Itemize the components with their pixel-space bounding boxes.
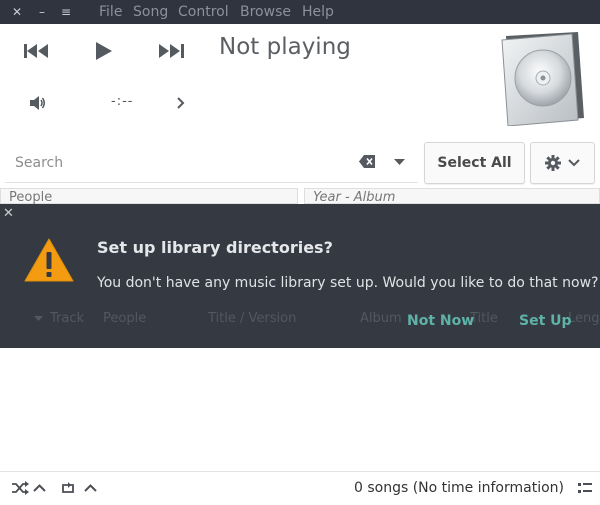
gear-icon <box>545 155 561 171</box>
menu-file[interactable]: File <box>99 0 122 24</box>
set-up-button[interactable]: Set Up <box>519 313 572 329</box>
songlist-column-album[interactable]: Album <box>360 311 402 326</box>
info-bar-title: Set up library directories? <box>97 238 333 257</box>
menu-browse[interactable]: Browse <box>240 0 291 24</box>
sort-desc-icon <box>34 316 43 321</box>
album-art-cd-icon[interactable] <box>498 30 588 126</box>
warning-icon <box>24 238 74 282</box>
time-readout: -:-- <box>111 94 134 109</box>
settings-menu-button[interactable] <box>530 142 595 184</box>
volume-icon[interactable] <box>30 96 46 110</box>
info-bar-close-icon[interactable]: ✕ <box>3 207 15 221</box>
chevron-right-icon[interactable] <box>177 97 185 109</box>
search-options-chevron-down-icon[interactable] <box>394 159 405 166</box>
search-box <box>5 144 418 183</box>
window-close-button[interactable]: ✕ <box>8 0 26 24</box>
chevron-down-icon <box>568 159 580 167</box>
previous-track-icon[interactable] <box>24 43 50 59</box>
queue-list-icon[interactable] <box>578 482 592 494</box>
play-icon[interactable] <box>95 41 113 61</box>
songlist-column-track[interactable]: Track <box>50 311 84 326</box>
songlist-column-title-version[interactable]: Title / Version <box>208 311 296 326</box>
songlist-column-length[interactable]: Length <box>568 311 600 326</box>
select-all-button[interactable]: Select All <box>424 142 525 184</box>
songlist-column-people[interactable]: People <box>103 311 146 326</box>
info-bar-message: You don't have any music library set up.… <box>97 275 599 291</box>
not-now-button[interactable]: Not Now <box>407 313 474 329</box>
menu-control[interactable]: Control <box>178 0 229 24</box>
song-count-status: 0 songs (No time information) <box>353 480 564 496</box>
menu-help[interactable]: Help <box>302 0 334 24</box>
now-playing-title: Not playing <box>219 34 351 60</box>
songlist-column-title[interactable]: Title <box>470 311 498 326</box>
shuffle-icon[interactable] <box>12 481 29 495</box>
browser-column-year-album[interactable]: Year - Album <box>304 188 600 204</box>
repeat-icon[interactable] <box>60 481 76 495</box>
window-menu-button[interactable]: ≡ <box>57 0 75 24</box>
clear-search-icon[interactable] <box>359 155 375 168</box>
search-input[interactable] <box>5 144 357 182</box>
menu-bar <box>0 0 600 24</box>
shuffle-options-chevron-up-icon[interactable] <box>33 484 46 492</box>
window-minimize-button[interactable]: – <box>33 0 51 24</box>
menu-song[interactable]: Song <box>133 0 168 24</box>
browser-column-people[interactable]: People <box>0 188 298 204</box>
browser-header: People Year - Album <box>0 188 600 204</box>
next-track-icon[interactable] <box>159 43 185 59</box>
repeat-options-chevron-up-icon[interactable] <box>84 484 97 492</box>
